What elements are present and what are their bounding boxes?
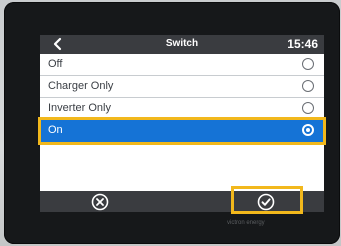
option-off[interactable]: Off: [40, 54, 324, 76]
highlight-confirm-button: [231, 186, 303, 214]
highlight-selected-option: [38, 117, 326, 145]
radio-icon[interactable]: [302, 80, 314, 92]
clock: 15:46: [287, 37, 318, 51]
option-label: Inverter Only: [48, 102, 111, 114]
radio-icon[interactable]: [302, 102, 314, 114]
cancel-x-icon[interactable]: [91, 193, 109, 211]
title-bar: Switch 15:46: [40, 35, 324, 54]
option-label: Charger Only: [48, 80, 114, 92]
brand-logo-text: victron energy: [227, 220, 265, 226]
radio-icon[interactable]: [302, 58, 314, 70]
option-label: Off: [48, 58, 63, 70]
page-title: Switch: [165, 38, 199, 49]
option-charger-only[interactable]: Charger Only: [40, 76, 324, 98]
